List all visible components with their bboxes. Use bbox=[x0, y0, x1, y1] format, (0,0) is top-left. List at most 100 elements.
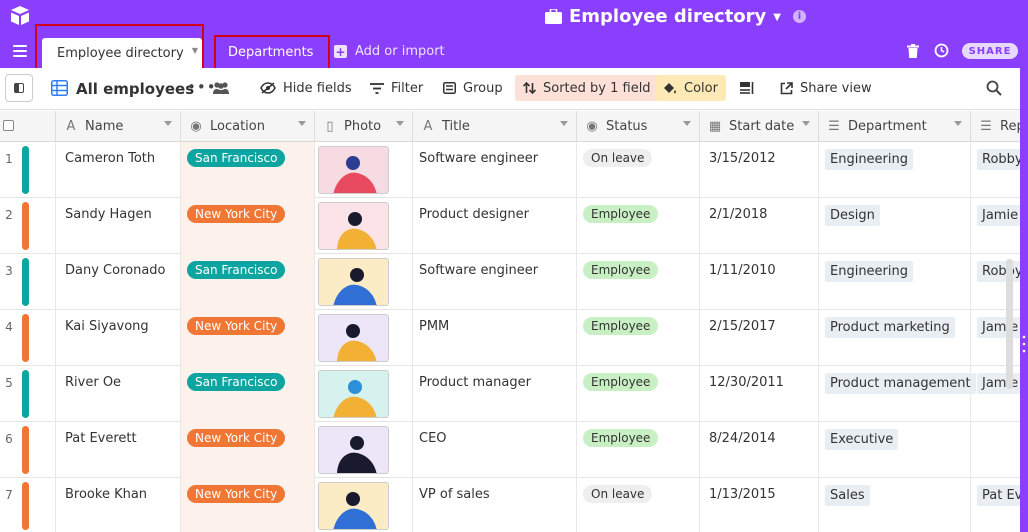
department-chip[interactable]: Sales bbox=[825, 485, 870, 506]
hide-fields-button[interactable]: Hide fields bbox=[252, 75, 360, 101]
status-cell[interactable]: On leave bbox=[577, 478, 700, 532]
chevron-down-icon[interactable] bbox=[298, 121, 306, 126]
rep-chip[interactable]: Pat Eve bbox=[977, 485, 1020, 506]
chevron-down-icon[interactable] bbox=[560, 121, 568, 126]
location-cell[interactable]: San Francisco bbox=[181, 254, 315, 310]
department-chip[interactable]: Engineering bbox=[825, 149, 913, 170]
column-header-photo[interactable]: ▯ Photo bbox=[315, 111, 413, 142]
department-chip[interactable]: Executive bbox=[825, 429, 899, 450]
employee-photo[interactable] bbox=[318, 202, 389, 250]
chevron-down-icon[interactable] bbox=[802, 121, 810, 126]
department-cell[interactable]: Design bbox=[819, 198, 971, 254]
status-cell[interactable]: Employee bbox=[577, 198, 700, 254]
title-cell[interactable]: Product designer bbox=[413, 198, 577, 254]
column-header-department[interactable]: ☰ Department bbox=[819, 111, 971, 142]
chevron-down-icon[interactable] bbox=[164, 121, 172, 126]
info-icon[interactable]: i bbox=[792, 9, 806, 23]
employee-photo[interactable] bbox=[318, 370, 389, 418]
name-cell[interactable]: Cameron Toth bbox=[56, 142, 181, 198]
share-button[interactable]: SHARE bbox=[962, 43, 1018, 59]
photo-cell[interactable] bbox=[315, 366, 413, 422]
filter-button[interactable]: Filter bbox=[362, 75, 431, 101]
chevron-down-icon[interactable] bbox=[396, 121, 404, 126]
column-header-location[interactable]: ◉ Location bbox=[181, 111, 315, 142]
name-cell[interactable]: Pat Everett bbox=[56, 422, 181, 478]
row-number-cell[interactable]: 1 bbox=[0, 142, 56, 198]
rep-chip[interactable]: Jamie Z bbox=[977, 373, 1020, 394]
status-cell[interactable]: On leave bbox=[577, 142, 700, 198]
rep-cell[interactable] bbox=[971, 422, 1020, 478]
row-number-cell[interactable]: 6 bbox=[0, 422, 56, 478]
title-cell[interactable]: Product manager bbox=[413, 366, 577, 422]
photo-cell[interactable] bbox=[315, 422, 413, 478]
name-cell[interactable]: Sandy Hagen bbox=[56, 198, 181, 254]
rep-cell[interactable]: Robby bbox=[971, 142, 1020, 198]
rep-chip[interactable]: Jamie Z bbox=[977, 317, 1020, 338]
employee-photo[interactable] bbox=[318, 146, 389, 194]
department-chip[interactable]: Engineering bbox=[825, 261, 913, 282]
sort-button[interactable]: Sorted by 1 field bbox=[515, 75, 659, 101]
photo-cell[interactable] bbox=[315, 254, 413, 310]
column-header-start-date[interactable]: ▦ Start date bbox=[700, 111, 819, 142]
employee-photo[interactable] bbox=[318, 426, 389, 474]
menu-icon[interactable] bbox=[13, 45, 27, 57]
status-cell[interactable]: Employee bbox=[577, 422, 700, 478]
location-cell[interactable]: New York City bbox=[181, 310, 315, 366]
department-cell[interactable]: Engineering bbox=[819, 254, 971, 310]
start-date-cell[interactable]: 2/1/2018 bbox=[700, 198, 819, 254]
table-row[interactable]: 4 Kai Siyavong New York City PMM Employee 2/1… bbox=[0, 310, 1020, 366]
table-row[interactable]: 6 Pat Everett New York City CEO Employee 8/24… bbox=[0, 422, 1020, 478]
share-view-button[interactable]: Share view bbox=[772, 75, 880, 101]
table-row[interactable]: 3 Dany Coronado San Francisco Software engi… bbox=[0, 254, 1020, 310]
row-height-button[interactable] bbox=[732, 75, 769, 101]
department-chip[interactable]: Design bbox=[825, 205, 880, 226]
title-cell[interactable]: Software engineer bbox=[413, 254, 577, 310]
employee-photo[interactable] bbox=[318, 482, 389, 530]
drag-handle-icon[interactable] bbox=[1022, 335, 1026, 353]
department-cell[interactable]: Executive bbox=[819, 422, 971, 478]
column-header-status[interactable]: ◉ Status bbox=[577, 111, 700, 142]
rep-cell[interactable]: Jamie Z bbox=[971, 198, 1020, 254]
table-row[interactable]: 5 River Oe San Francisco Product manager Emp… bbox=[0, 366, 1020, 422]
airtable-logo-icon[interactable] bbox=[8, 4, 32, 28]
rep-chip[interactable]: Robby bbox=[977, 149, 1020, 170]
title-cell[interactable]: PMM bbox=[413, 310, 577, 366]
chevron-down-icon[interactable] bbox=[683, 121, 691, 126]
location-cell[interactable]: New York City bbox=[181, 422, 315, 478]
start-date-cell[interactable]: 3/15/2012 bbox=[700, 142, 819, 198]
row-number-cell[interactable]: 7 bbox=[0, 478, 56, 532]
status-cell[interactable]: Employee bbox=[577, 366, 700, 422]
column-header-rep[interactable]: ☰ Rep bbox=[971, 111, 1020, 142]
name-cell[interactable]: Dany Coronado bbox=[56, 254, 181, 310]
history-icon[interactable] bbox=[934, 43, 949, 58]
department-cell[interactable]: Sales bbox=[819, 478, 971, 532]
rep-chip[interactable]: Robby bbox=[977, 261, 1020, 282]
location-cell[interactable]: San Francisco bbox=[181, 142, 315, 198]
location-cell[interactable]: New York City bbox=[181, 198, 315, 254]
photo-cell[interactable] bbox=[315, 198, 413, 254]
employee-photo[interactable] bbox=[318, 314, 389, 362]
photo-cell[interactable] bbox=[315, 142, 413, 198]
start-date-cell[interactable]: 1/13/2015 bbox=[700, 478, 819, 532]
department-cell[interactable]: Product marketing bbox=[819, 310, 971, 366]
row-number-cell[interactable]: 3 bbox=[0, 254, 56, 310]
select-all-checkbox[interactable] bbox=[3, 120, 14, 131]
column-header-title[interactable]: A Title bbox=[413, 111, 577, 142]
department-cell[interactable]: Engineering bbox=[819, 142, 971, 198]
column-header-name[interactable]: A Name bbox=[56, 111, 181, 142]
status-cell[interactable]: Employee bbox=[577, 310, 700, 366]
tab-departments[interactable]: Departments bbox=[228, 45, 313, 60]
row-number-cell[interactable]: 5 bbox=[0, 366, 56, 422]
department-cell[interactable]: Product management bbox=[819, 366, 976, 422]
photo-cell[interactable] bbox=[315, 478, 413, 532]
table-row[interactable]: 2 Sandy Hagen New York City Product designe… bbox=[0, 198, 1020, 254]
start-date-cell[interactable]: 2/15/2017 bbox=[700, 310, 819, 366]
sidebar-toggle-button[interactable] bbox=[5, 74, 33, 102]
vertical-scrollbar[interactable] bbox=[1006, 259, 1013, 389]
name-cell[interactable]: Kai Siyavong bbox=[56, 310, 181, 366]
title-cell[interactable]: VP of sales bbox=[413, 478, 577, 532]
employee-photo[interactable] bbox=[318, 258, 389, 306]
start-date-cell[interactable]: 8/24/2014 bbox=[700, 422, 819, 478]
row-number-cell[interactable]: 2 bbox=[0, 198, 56, 254]
trash-icon[interactable] bbox=[907, 44, 919, 58]
